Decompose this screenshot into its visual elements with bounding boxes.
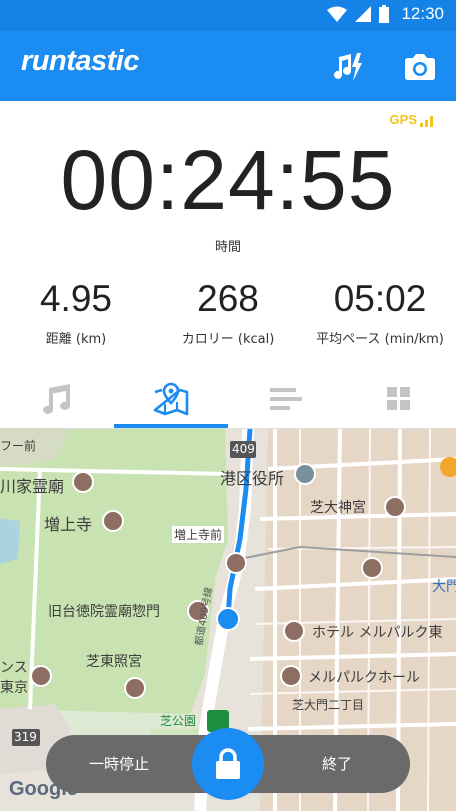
distance-value: 4.95 (39, 278, 112, 319)
tab-map[interactable] (114, 370, 228, 428)
tab-dashboard[interactable] (342, 370, 456, 428)
pace-value: 05:02 (333, 278, 427, 319)
hotel-poi (361, 557, 383, 579)
lock-button[interactable] (192, 728, 264, 800)
bars-icon (270, 388, 302, 410)
map-label-melpark: メルパルクホール (308, 670, 420, 686)
camera-button[interactable] (402, 49, 438, 85)
session-tabs (0, 370, 456, 428)
pace-label: 平均ペース (min/km) (316, 332, 444, 347)
duration-timer: 00:24:55 (60, 133, 396, 227)
status-time: 12:30 (401, 4, 444, 23)
hotel-poi (283, 620, 305, 642)
map-label-shiba-shrine: 芝大神宮 (310, 500, 366, 516)
app-logo: runtastic (21, 45, 139, 77)
music-bolt-icon (334, 53, 362, 81)
camera-icon (405, 54, 435, 80)
wifi-icon (327, 6, 348, 22)
map-label-kyudai: 旧台徳院霊廟惣門 (48, 604, 160, 620)
temple-poi (102, 510, 124, 532)
map-label-kawaie: 川家霊廟 (0, 477, 65, 496)
route-319-shield: 319 (14, 730, 37, 744)
gps-signal-icon (420, 116, 433, 127)
calories-label: カロリー (kcal) (181, 332, 275, 347)
map-label-hotel: ホテル メルパルク東 (312, 625, 443, 641)
powersong-button[interactable] (331, 49, 367, 85)
tab-stats[interactable] (228, 370, 342, 428)
calories-stat: 268 カロリー (kcal) (152, 278, 304, 347)
lock-icon (216, 748, 240, 779)
map-label-hotel-left: ンス (0, 660, 28, 676)
hall-poi (280, 665, 302, 687)
office-poi (294, 463, 316, 485)
duration-label: 時間 (214, 240, 241, 255)
gps-indicator: GPS (390, 112, 434, 127)
map-label-shiba-park: 芝公園 (160, 714, 197, 728)
map-label-tokyo-left: 東京 (0, 680, 28, 696)
finish-button[interactable]: 終了 (264, 735, 410, 793)
battery-icon (379, 5, 390, 23)
map-label-shiba-tosho: 芝東照宮 (86, 654, 142, 670)
music-note-icon (43, 384, 70, 414)
calories-value: 268 (197, 278, 259, 319)
distance-stat: 4.95 距離 (km) (0, 278, 152, 347)
shrine-poi (124, 677, 146, 699)
pace-stat: 05:02 平均ペース (min/km) (304, 278, 456, 347)
map-label-shiba-daimon: 芝大門二丁目 (292, 698, 365, 712)
temple-poi (72, 471, 94, 493)
cell-signal-icon (355, 6, 372, 22)
map-label-hall: フー前 (0, 439, 37, 453)
route-409-shield: 409 (232, 442, 255, 456)
pause-button[interactable]: 一時停止 (46, 735, 192, 793)
tab-music[interactable] (0, 370, 114, 428)
map-label-daimon: 大門 (432, 579, 456, 595)
map-label-zojoji-mae: 増上寺前 (172, 526, 225, 543)
status-bar: 12:30 (0, 0, 456, 31)
app-bar: runtastic (0, 31, 456, 101)
map-label-zojoji: 増上寺 (44, 515, 93, 534)
map-icon (153, 382, 189, 416)
hotel-poi (30, 665, 52, 687)
gps-label: GPS (389, 112, 417, 127)
shrine-poi (384, 496, 406, 518)
grid-icon (387, 387, 410, 410)
temple-poi (225, 552, 247, 574)
distance-label: 距離 (km) (45, 332, 107, 347)
map-label-minato: 港区役所 (220, 469, 285, 488)
